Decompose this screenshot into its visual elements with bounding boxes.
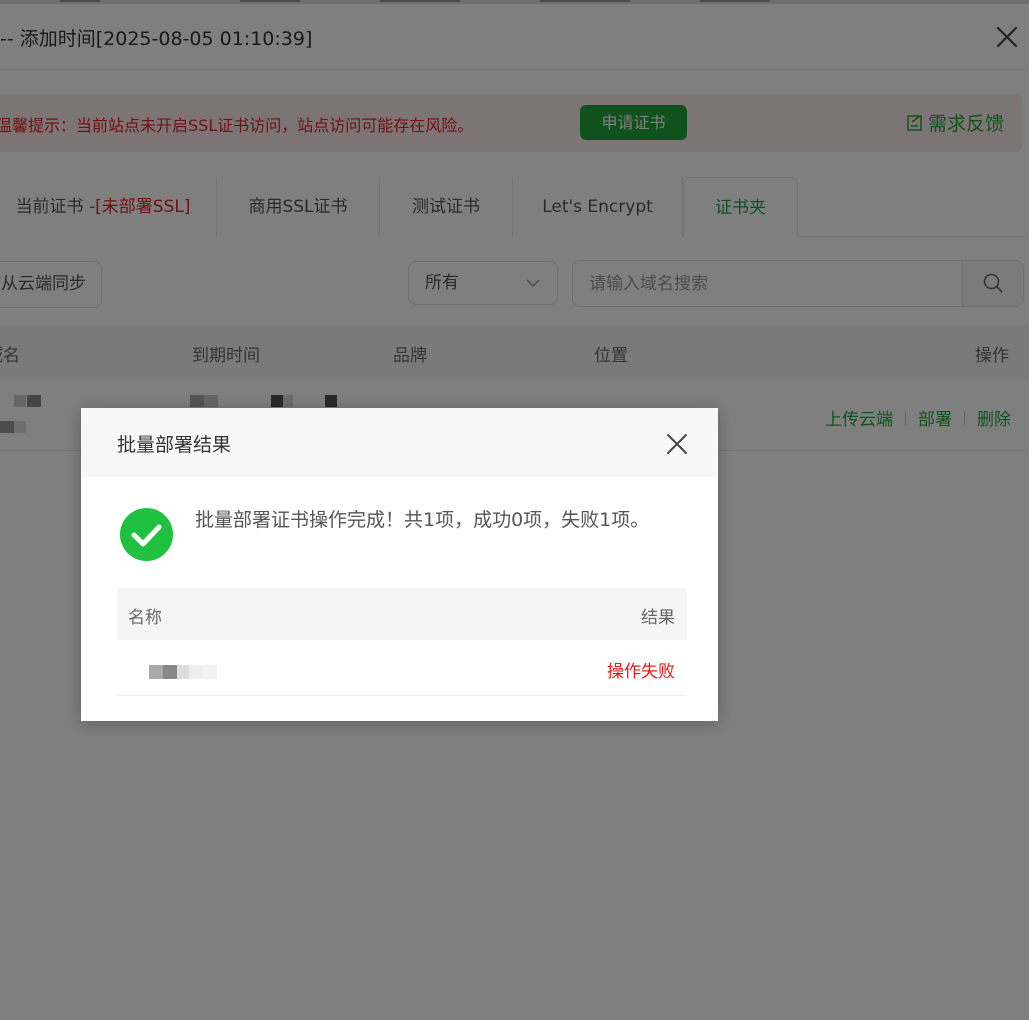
col-result: 结果 <box>641 608 675 628</box>
close-icon[interactable] <box>665 432 689 456</box>
success-check-icon <box>120 508 173 561</box>
batch-deploy-result-dialog: 批量部署结果 批量部署证书操作完成！共1项，成功0项，失败1项。 名称 结果 操… <box>81 408 718 721</box>
col-name: 名称 <box>128 608 162 628</box>
redacted-name <box>149 665 163 679</box>
result-status: 操作失败 <box>607 662 675 682</box>
result-table-header: 名称 结果 <box>117 588 687 640</box>
dialog-title: 批量部署结果 <box>117 434 232 456</box>
table-row: 操作失败 <box>117 640 687 696</box>
result-message: 批量部署证书操作完成！共1项，成功0项，失败1项。 <box>195 509 650 531</box>
dialog-header: 批量部署结果 <box>81 408 718 477</box>
